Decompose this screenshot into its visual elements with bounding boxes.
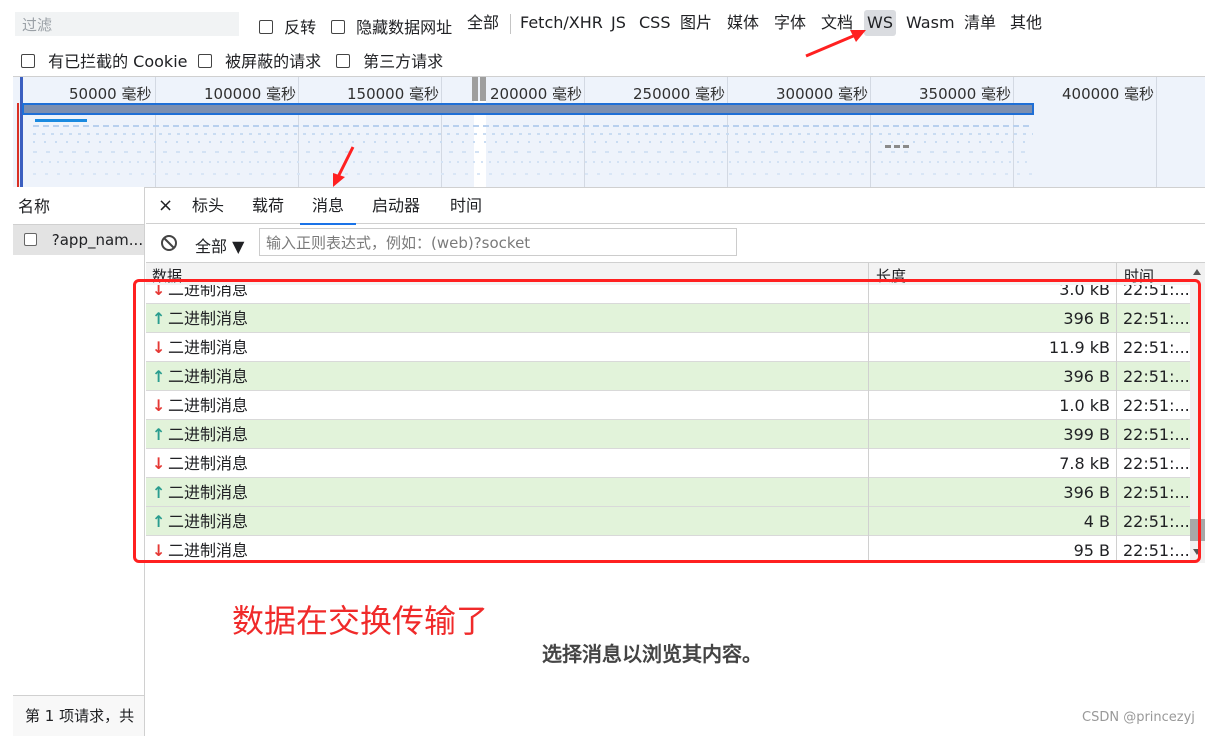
- timeline-tick: 50000 毫秒: [69, 85, 152, 103]
- type-filter-other[interactable]: 其他: [1007, 10, 1045, 36]
- websocket-request-bar: [22, 103, 1034, 115]
- filter-input[interactable]: 过滤: [15, 12, 239, 36]
- request-count-footer: 第 1 项请求，共: [13, 695, 144, 736]
- type-filter-media[interactable]: 媒体: [724, 10, 762, 36]
- frame-marks: [33, 141, 1033, 143]
- request-list: 名称 ?app_nam... 第 1 项请求，共: [13, 187, 145, 736]
- frame-marks: [33, 133, 1033, 135]
- type-filter-manifest[interactable]: 清单: [961, 10, 999, 36]
- websocket-file-icon: [24, 233, 37, 246]
- type-filter-all[interactable]: 全部: [464, 10, 502, 36]
- checkbox-box[interactable]: [336, 54, 350, 68]
- network-overview[interactable]: 50000 毫秒 100000 毫秒 150000 毫秒 200000 毫秒 2…: [13, 76, 1205, 188]
- scroll-up-arrow[interactable]: [1193, 269, 1201, 275]
- frame-marks: [33, 161, 1033, 163]
- request-mark: [35, 119, 87, 122]
- load-marker: [17, 103, 19, 187]
- message-filter-input[interactable]: 输入正则表达式，例如：(web)?socket: [259, 228, 737, 256]
- empty-selection-message: 选择消息以浏览其内容。: [542, 642, 762, 666]
- tab-messages[interactable]: 消息: [300, 187, 357, 225]
- overview-drag-handle[interactable]: [480, 77, 486, 101]
- checkbox-box[interactable]: [21, 54, 35, 68]
- invert-checkbox[interactable]: 反转: [259, 14, 316, 38]
- annotation-text: 数据在交换传输了: [232, 602, 489, 640]
- watermark: CSDN @princezyj: [1082, 710, 1195, 725]
- timeline-tick: 350000 毫秒: [919, 85, 1012, 103]
- frame-marks: [33, 173, 1033, 175]
- timeline-tick: 100000 毫秒: [204, 85, 297, 103]
- checkbox-box[interactable]: [198, 54, 212, 68]
- checkbox-box[interactable]: [259, 20, 273, 34]
- message-filter-bar: 全部 ▼ 输入正则表达式，例如：(web)?socket: [146, 224, 1205, 263]
- hide-data-urls-label: 隐藏数据网址: [356, 18, 453, 37]
- grid-line: [1013, 77, 1014, 187]
- tab-headers[interactable]: 标头: [180, 187, 236, 223]
- grid-line: [1156, 77, 1157, 187]
- type-filter-img[interactable]: 图片: [677, 10, 715, 36]
- type-filter-js[interactable]: JS: [608, 10, 629, 36]
- blocked-cookies-checkbox[interactable]: 有已拦截的 Cookie: [21, 48, 188, 72]
- timeline-tick: 150000 毫秒: [347, 85, 440, 103]
- frame-marks: [885, 145, 911, 148]
- annotation-arrow-messages: [333, 146, 355, 187]
- selection-start-handle[interactable]: [20, 77, 23, 187]
- frame-marks: [33, 151, 1033, 153]
- grid-line: [441, 77, 442, 187]
- grid-line: [155, 77, 156, 187]
- type-filter-fetch-xhr[interactable]: Fetch/XHR: [517, 10, 606, 36]
- tab-payload[interactable]: 载荷: [240, 187, 296, 223]
- third-party-checkbox[interactable]: 第三方请求: [336, 48, 443, 72]
- overview-drag-handle[interactable]: [472, 77, 478, 101]
- timeline-tick: 250000 毫秒: [633, 85, 726, 103]
- annotation-highlight-box: [133, 279, 1201, 563]
- grid-line: [584, 77, 585, 187]
- checkbox-box[interactable]: [331, 20, 345, 34]
- blocked-requests-label: 被屏蔽的请求: [225, 52, 322, 71]
- type-filter-css[interactable]: CSS: [636, 10, 673, 36]
- annotation-arrow-ws: [805, 30, 866, 58]
- request-name: ?app_nam...: [51, 231, 144, 249]
- divider: [510, 14, 511, 34]
- tab-initiator[interactable]: 启动器: [360, 187, 432, 223]
- request-row[interactable]: ?app_nam...: [13, 225, 144, 255]
- hide-data-urls-checkbox[interactable]: 隐藏数据网址: [331, 14, 452, 38]
- frame-marks: [33, 125, 1033, 127]
- grid-line: [727, 77, 728, 187]
- timeline-tick: 200000 毫秒: [490, 85, 583, 103]
- name-column-header[interactable]: 名称: [13, 187, 144, 225]
- grid-line: [298, 77, 299, 187]
- timeline-tick: 400000 毫秒: [1062, 85, 1155, 103]
- message-type-dropdown[interactable]: 全部 ▼: [195, 233, 244, 257]
- detail-tabbar: × 标头 载荷 消息 启动器 时间: [146, 187, 1205, 225]
- grid-line: [870, 77, 871, 187]
- timeline-tick: 300000 毫秒: [776, 85, 869, 103]
- clear-messages-icon[interactable]: [160, 234, 178, 252]
- filter-toolbar: 过滤 反转 隐藏数据网址 全部 Fetch/XHR JS CSS 图片 媒体 字…: [0, 0, 1205, 76]
- invert-label: 反转: [284, 18, 317, 37]
- third-party-label: 第三方请求: [363, 52, 444, 71]
- tab-timing[interactable]: 时间: [438, 187, 494, 223]
- blocked-requests-checkbox[interactable]: 被屏蔽的请求: [198, 48, 321, 72]
- type-filter-wasm[interactable]: Wasm: [903, 10, 958, 36]
- blocked-cookies-label: 有已拦截的 Cookie: [48, 52, 188, 71]
